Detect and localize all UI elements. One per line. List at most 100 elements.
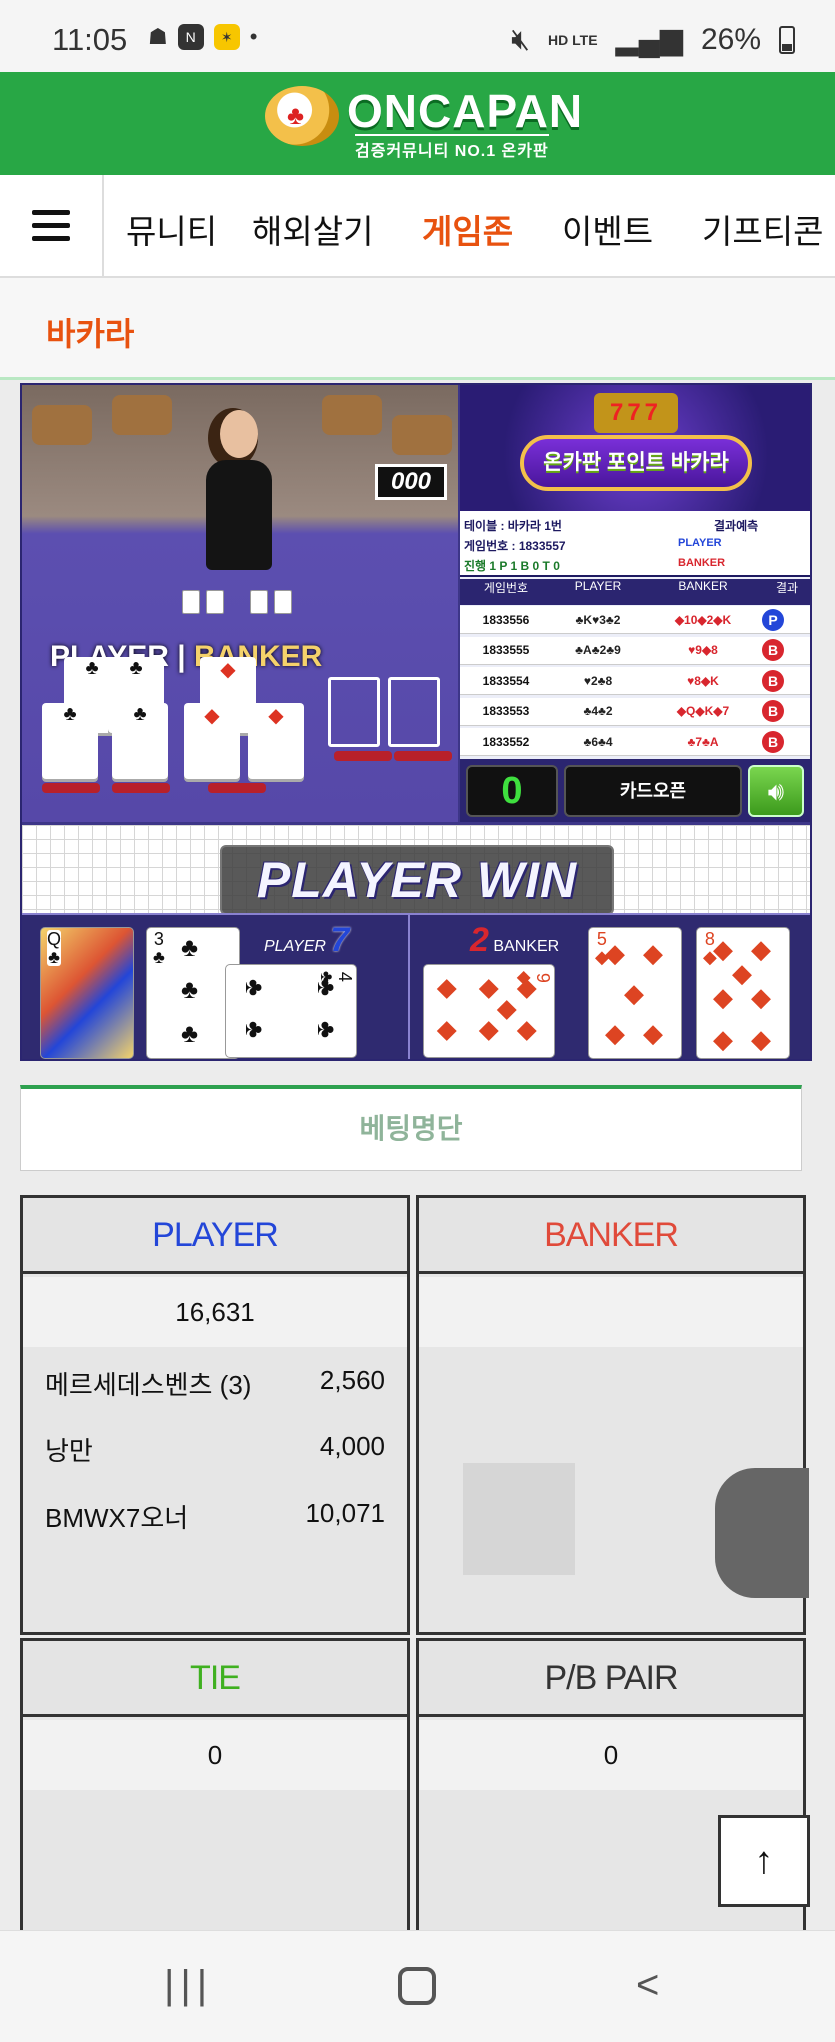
bettor-name: 메르세데스벤츠 (3) (45, 1370, 252, 1400)
mute-icon: 🔇︎ (511, 22, 531, 56)
nav-item-gamezone[interactable]: 게임존 (422, 205, 513, 253)
slot-machine-icon: 777 (594, 393, 678, 433)
card-open-button[interactable]: 카드오픈 (564, 765, 742, 817)
banker-score-label: 2 BANKER (470, 921, 559, 960)
nav-item-overseas[interactable]: 해외살기 (252, 205, 373, 253)
history-game-number: 1833554 (482, 673, 530, 688)
pair-bet-total: 0 (419, 1720, 803, 1790)
status-bar: 11:05 ☗ N ✶ • 🔇︎ HD LTE ▂▄▆ 26% (0, 0, 835, 72)
back-icon[interactable]: < (636, 1963, 659, 2008)
player-card-3: 4 ♣ ♣ ♣ ♣ ♣ (225, 964, 357, 1058)
bet-entry: BMWX7오너 10,071 (45, 1498, 385, 1535)
live-video: 000 PLAYER | BANKER ♣ ♣ ◆ ♣ ♣ ◆ ◆ (22, 385, 458, 822)
arrow-up-icon: ↑ (754, 1840, 774, 1882)
scroll-top-button[interactable]: ↑ (718, 1815, 810, 1907)
nav-item-gifticon[interactable]: 기프티콘 (702, 205, 823, 253)
table-label: 테이블 : 바카라 1번 (464, 519, 562, 533)
history-banker-cards: ◆Q◆K◆7 (676, 704, 730, 718)
tie-bet-total: 0 (23, 1720, 407, 1790)
history-game-number: 1833552 (482, 734, 530, 749)
video-card: ♣ (42, 703, 98, 779)
game-number: 게임번호 : 1833557 (464, 539, 566, 553)
person-icon: ☗ (148, 24, 168, 49)
pair-bet-label: P/B PAIR (419, 1641, 803, 1717)
history-player-cards: ♣K♥3♣2 (575, 612, 621, 627)
nav-item-community[interactable]: 뮤니티 (126, 205, 217, 253)
banker-bet-panel: BANKER (416, 1195, 809, 1635)
prediction-banker: BANKER (678, 557, 726, 569)
tie-bet-panel: TIE 0 (20, 1638, 410, 1938)
blurred-image (715, 1468, 809, 1598)
chair-image (392, 415, 452, 455)
notification-icons: ☗ N ✶ • (148, 24, 257, 50)
history-result-badge: B (762, 639, 784, 661)
banker-bet-label: BANKER (419, 1198, 803, 1274)
game-banner: 777 온카판 포인트 바카라 (460, 385, 810, 511)
card-slot (328, 677, 380, 747)
signal-icon: ▂▄▆ (615, 23, 683, 56)
video-card: ◆ (184, 703, 240, 779)
history-player-cards: ♣A♣2♣9 (575, 643, 621, 657)
system-nav-bar: ||| < (0, 1930, 835, 2042)
sound-toggle-icon[interactable]: 🔊︎ (748, 765, 804, 817)
page-title-bar: 바카라 (0, 278, 835, 380)
history-result-badge: B (762, 700, 784, 722)
nav-items: 뮤니티 해외살기 게임존 이벤트 기프티콘 (104, 175, 835, 276)
game-progress: 진행 1 P 1 B 0 T 0 (464, 559, 560, 573)
history-col-player: PLAYER (574, 579, 622, 593)
video-card: ♣ (112, 703, 168, 779)
battery-percent: 26% (700, 22, 761, 56)
bettor-name: BMWX7오너 (45, 1503, 189, 1533)
history-game-number: 1833555 (482, 643, 530, 657)
game-info-panel: 777 온카판 포인트 바카라 테이블 : 바카라 1번 결과예측 게임번호 :… (460, 385, 810, 822)
history-banker-cards: ♣7♣A (687, 734, 719, 749)
status-time: 11:05 (52, 22, 128, 57)
chair-image (32, 405, 92, 445)
history-col-result: 결과 (775, 581, 799, 595)
card-slot (388, 677, 440, 747)
prediction-label: 결과예측 (714, 519, 759, 533)
history-player-cards: ♣4♣2 (583, 704, 613, 718)
player-bet-label: PLAYER (23, 1198, 407, 1274)
banker-card-3: 8 ◆ ◆ ◆ ◆ ◆ ◆ ◆ ◆ (696, 927, 790, 1059)
bet-amount: 10,071 (305, 1498, 385, 1528)
betting-list-title: 베팅명단 (359, 1113, 463, 1144)
history-col-number: 게임번호 (483, 581, 529, 595)
main-nav: 뮤니티 해외살기 게임존 이벤트 기프티콘 (0, 175, 835, 278)
site-logo[interactable]: ONCAPAN 검증커뮤니티 NO.1 온카판 (265, 84, 582, 160)
hamburger-menu-icon[interactable] (0, 175, 104, 276)
dealt-cards: PLAYER 7 2 BANKER Q ♣ 3 ♣ ♣ ♣ ♣ 4 ♣ ♣ ♣ ♣ ♣ 9 ◆ ◆… (22, 913, 810, 1059)
bet-amount: 4,000 (319, 1431, 385, 1461)
game-info: 테이블 : 바카라 1번 결과예측 게임번호 : 1833557 PLAYER … (460, 511, 810, 577)
dealer-image (192, 410, 287, 580)
history-game-number: 1833556 (482, 612, 530, 627)
table-timer: 000 (375, 464, 447, 500)
banker-label: BANKER (493, 938, 560, 955)
count-display: 0 (466, 765, 558, 817)
history-result-badge: B (762, 669, 784, 692)
n-app-icon: N (177, 24, 204, 50)
banner-title: 온카판 포인트 바카라 (520, 435, 752, 491)
history-result-badge: P (762, 608, 784, 631)
win-banner: PLAYER WIN (220, 845, 614, 915)
logo-tagline: 검증커뮤니티 NO.1 온카판 (355, 134, 549, 161)
bet-entry: 낭만 4,000 (45, 1431, 385, 1468)
dot-icon: • (249, 24, 258, 49)
bet-amount: 2,560 (319, 1365, 385, 1395)
status-right: 🔇︎ HD LTE ▂▄▆ 26% (511, 22, 795, 57)
home-icon[interactable] (398, 1967, 436, 2005)
history-row: 1833553 ♣4♣2 ◆Q◆K◆7 B (460, 697, 810, 726)
banker-card-2: 5 ◆ ◆ ◆ ◆ ◆ ◆ (588, 927, 682, 1059)
player-score: 7 (330, 921, 350, 959)
logo-icon (265, 86, 339, 146)
blurred-image (463, 1463, 575, 1575)
history-row: 1833555 ♣A♣2♣9 ♥9◆8 B (460, 636, 810, 665)
recent-apps-icon[interactable]: ||| (164, 1963, 213, 2008)
history-banker-cards: ♥9◆8 (688, 643, 718, 657)
nav-item-event[interactable]: 이벤트 (562, 205, 653, 253)
history-game-number: 1833553 (482, 704, 530, 718)
chair-image (322, 395, 382, 435)
chair-image (112, 395, 172, 435)
history-row: 1833556 ♣K♥3♣2 ◆10◆2◆K P (460, 606, 810, 634)
player-bet-total: 16,631 (23, 1277, 407, 1347)
